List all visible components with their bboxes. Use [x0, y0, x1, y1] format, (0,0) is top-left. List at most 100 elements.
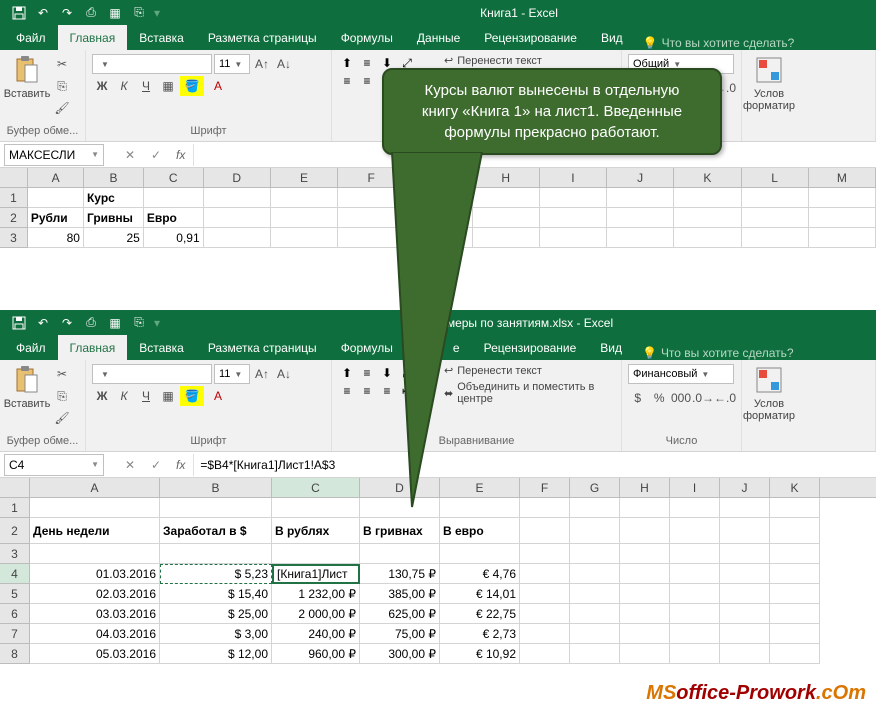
font-color-icon[interactable]: A: [206, 386, 230, 406]
cell[interactable]: [570, 624, 620, 644]
fx-icon[interactable]: fx: [176, 458, 185, 472]
name-box[interactable]: C4▼: [4, 454, 104, 476]
cell[interactable]: [720, 584, 770, 604]
row-header[interactable]: 8: [0, 644, 30, 664]
font-name-combo[interactable]: ▼: [92, 364, 212, 384]
tab-insert[interactable]: Вставка: [127, 25, 196, 50]
row-header[interactable]: 2: [0, 518, 30, 544]
cell[interactable]: [720, 518, 770, 544]
decrease-decimal-icon[interactable]: ←.0: [715, 388, 735, 408]
cell[interactable]: [520, 624, 570, 644]
cell[interactable]: $ 15,40: [160, 584, 272, 604]
qat-item-icon[interactable]: ⎙: [80, 2, 102, 24]
cell[interactable]: [620, 544, 670, 564]
cell[interactable]: Рубли: [28, 208, 84, 228]
cell[interactable]: 1 232,00 ₽: [272, 584, 360, 604]
row-header[interactable]: 2: [0, 208, 28, 228]
cell[interactable]: [272, 544, 360, 564]
cell[interactable]: [720, 544, 770, 564]
cell[interactable]: [670, 498, 720, 518]
comma-icon[interactable]: 000: [671, 388, 691, 408]
cell[interactable]: [742, 188, 809, 208]
cell[interactable]: [520, 518, 570, 544]
column-header[interactable]: K: [674, 168, 741, 187]
cell[interactable]: € 2,73: [440, 624, 520, 644]
cell[interactable]: [271, 188, 338, 208]
cell[interactable]: [670, 518, 720, 544]
qat-dropdown-icon[interactable]: ▾: [152, 6, 162, 20]
cell[interactable]: [Книга1]Лист: [272, 564, 360, 584]
cell[interactable]: € 14,01: [440, 584, 520, 604]
cell[interactable]: 625,00 ₽: [360, 604, 440, 624]
cell[interactable]: [160, 544, 272, 564]
cell[interactable]: 05.03.2016: [30, 644, 160, 664]
row-header[interactable]: 1: [0, 498, 30, 518]
cell[interactable]: [620, 604, 670, 624]
tab-file[interactable]: Файл: [4, 25, 58, 50]
save-icon[interactable]: [8, 2, 30, 24]
cut-icon[interactable]: ✂: [52, 54, 72, 74]
cell[interactable]: $ 25,00: [160, 604, 272, 624]
cell[interactable]: 385,00 ₽: [360, 584, 440, 604]
cell[interactable]: [670, 624, 720, 644]
cell[interactable]: [720, 498, 770, 518]
tab-home[interactable]: Главная: [58, 335, 128, 360]
column-header[interactable]: A: [28, 168, 84, 187]
cell[interactable]: [770, 564, 820, 584]
conditional-format-button[interactable]: Условформатир: [748, 54, 790, 112]
row-header[interactable]: 7: [0, 624, 30, 644]
column-header[interactable]: F: [520, 478, 570, 497]
decrease-font-icon[interactable]: A↓: [274, 364, 294, 384]
cell[interactable]: Заработал в $: [160, 518, 272, 544]
cell[interactable]: [204, 228, 271, 248]
cell[interactable]: 02.03.2016: [30, 584, 160, 604]
cell[interactable]: Гривны: [84, 208, 144, 228]
cell[interactable]: € 4,76: [440, 564, 520, 584]
cell[interactable]: В гривнах: [360, 518, 440, 544]
tab-view[interactable]: Вид: [588, 335, 634, 360]
align-top-icon[interactable]: ⬆: [338, 364, 356, 382]
cell[interactable]: [570, 644, 620, 664]
cell[interactable]: 25: [84, 228, 144, 248]
cell[interactable]: [520, 644, 570, 664]
cancel-icon[interactable]: ✕: [118, 144, 142, 166]
cell[interactable]: [271, 228, 338, 248]
redo-icon[interactable]: ↷: [56, 312, 78, 334]
cell[interactable]: 240,00 ₽: [272, 624, 360, 644]
cell[interactable]: Курс: [84, 188, 144, 208]
qat-item-icon[interactable]: ▦: [104, 2, 126, 24]
column-header[interactable]: J: [720, 478, 770, 497]
cell[interactable]: [360, 544, 440, 564]
cell[interactable]: $ 12,00: [160, 644, 272, 664]
cell[interactable]: Евро: [144, 208, 204, 228]
column-header[interactable]: I: [670, 478, 720, 497]
cell[interactable]: [742, 208, 809, 228]
column-header[interactable]: C: [144, 168, 204, 187]
cell[interactable]: 300,00 ₽: [360, 644, 440, 664]
fill-color-icon[interactable]: 🪣: [180, 386, 204, 406]
cancel-icon[interactable]: ✕: [118, 454, 142, 476]
align-left-icon[interactable]: ≡: [338, 72, 356, 90]
cell[interactable]: [30, 544, 160, 564]
font-size-combo[interactable]: 11▼: [214, 364, 250, 384]
tell-me[interactable]: 💡Что вы хотите сделать?: [643, 36, 795, 50]
accept-icon[interactable]: ✓: [144, 454, 168, 476]
cell[interactable]: [720, 624, 770, 644]
name-box[interactable]: МАКСЕСЛИ▼: [4, 144, 104, 166]
copy-icon[interactable]: ⎘: [52, 386, 72, 406]
cell[interactable]: [770, 498, 820, 518]
cell[interactable]: [570, 584, 620, 604]
cell[interactable]: 960,00 ₽: [272, 644, 360, 664]
cell[interactable]: € 10,92: [440, 644, 520, 664]
cell[interactable]: [520, 584, 570, 604]
align-middle-icon[interactable]: ≡: [358, 54, 376, 72]
increase-font-icon[interactable]: A↑: [252, 364, 272, 384]
italic-button[interactable]: К: [114, 76, 134, 96]
cell[interactable]: [28, 188, 84, 208]
column-header[interactable]: M: [809, 168, 876, 187]
cell[interactable]: [520, 604, 570, 624]
column-header[interactable]: H: [620, 478, 670, 497]
cell[interactable]: [742, 228, 809, 248]
cell[interactable]: [570, 544, 620, 564]
cell[interactable]: [620, 518, 670, 544]
